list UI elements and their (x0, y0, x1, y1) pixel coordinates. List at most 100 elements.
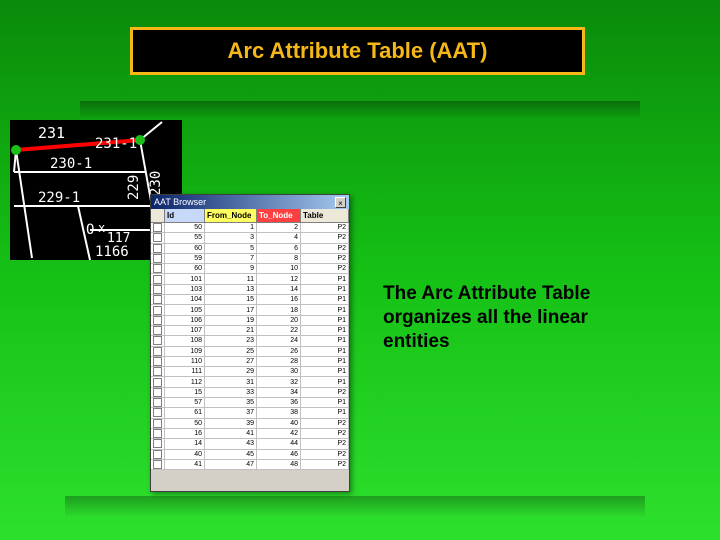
cell-from: 33 (205, 388, 257, 397)
table-row[interactable]: 6056P2 (151, 244, 349, 254)
table-row[interactable]: 404546P2 (151, 450, 349, 460)
row-checkbox[interactable] (151, 254, 165, 263)
table-row[interactable]: 164142P2 (151, 429, 349, 439)
row-checkbox[interactable] (151, 274, 165, 283)
aat-body: 5012P25534P26056P25978P260910P21011112P1… (151, 223, 349, 470)
cell-from: 19 (205, 316, 257, 325)
cell-to: 12 (257, 274, 301, 283)
cell-table: P2 (301, 223, 349, 232)
cell-to: 46 (257, 450, 301, 459)
table-row[interactable]: 1061920P1 (151, 316, 349, 326)
row-checkbox[interactable] (151, 316, 165, 325)
table-row[interactable]: 144344P2 (151, 439, 349, 449)
table-row[interactable]: 1082324P1 (151, 336, 349, 346)
cell-to: 18 (257, 305, 301, 314)
cell-id: 106 (165, 316, 205, 325)
table-row[interactable]: 1092526P1 (151, 347, 349, 357)
cell-id: 55 (165, 233, 205, 242)
cell-from: 21 (205, 326, 257, 335)
cell-to: 26 (257, 347, 301, 356)
table-row[interactable]: 60910P2 (151, 264, 349, 274)
table-row[interactable]: 153334P2 (151, 388, 349, 398)
row-checkbox[interactable] (151, 285, 165, 294)
cell-table: P2 (301, 388, 349, 397)
row-checkbox[interactable] (151, 326, 165, 335)
cell-from: 1 (205, 223, 257, 232)
caption-text: The Arc Attribute Table organizes all th… (383, 282, 633, 353)
row-checkbox[interactable] (151, 223, 165, 232)
table-row[interactable]: 1072122P1 (151, 326, 349, 336)
table-row[interactable]: 613738P1 (151, 408, 349, 418)
row-checkbox[interactable] (151, 439, 165, 448)
cell-to: 2 (257, 223, 301, 232)
row-checkbox[interactable] (151, 408, 165, 417)
row-checkbox[interactable] (151, 460, 165, 469)
col-header-table[interactable]: Table (301, 209, 349, 222)
row-checkbox[interactable] (151, 357, 165, 366)
row-checkbox[interactable] (151, 347, 165, 356)
cell-table: P1 (301, 316, 349, 325)
row-checkbox[interactable] (151, 264, 165, 273)
cell-table: P1 (301, 285, 349, 294)
row-checkbox[interactable] (151, 336, 165, 345)
cell-table: P1 (301, 326, 349, 335)
col-header-id[interactable]: Id (165, 209, 205, 222)
cell-id: 104 (165, 295, 205, 304)
cell-from: 3 (205, 233, 257, 242)
cell-table: P1 (301, 305, 349, 314)
cell-id: 108 (165, 336, 205, 345)
cell-to: 30 (257, 367, 301, 376)
page-title: Arc Attribute Table (AAT) (228, 38, 488, 64)
table-row[interactable]: 5534P2 (151, 233, 349, 243)
table-row[interactable]: 1102728P1 (151, 357, 349, 367)
cell-id: 16 (165, 429, 205, 438)
table-row[interactable]: 503940P2 (151, 419, 349, 429)
cell-to: 40 (257, 419, 301, 428)
table-row[interactable]: 1011112P1 (151, 274, 349, 284)
row-checkbox[interactable] (151, 398, 165, 407)
cell-id: 40 (165, 450, 205, 459)
map-label-231-1: 231-1 (95, 136, 137, 152)
table-row[interactable]: 1041516P1 (151, 295, 349, 305)
cell-table: P2 (301, 460, 349, 469)
row-checkbox[interactable] (151, 233, 165, 242)
cell-from: 15 (205, 295, 257, 304)
row-checkbox[interactable] (151, 377, 165, 386)
row-checkbox[interactable] (151, 429, 165, 438)
row-checkbox[interactable] (151, 450, 165, 459)
cell-id: 59 (165, 254, 205, 263)
row-checkbox[interactable] (151, 244, 165, 253)
cell-id: 60 (165, 264, 205, 273)
map-label-1166: 1166 (95, 244, 129, 260)
col-header-from-node[interactable]: From_Node (205, 209, 257, 222)
row-checkbox[interactable] (151, 388, 165, 397)
table-row[interactable]: 1031314P1 (151, 285, 349, 295)
cell-to: 16 (257, 295, 301, 304)
table-row[interactable]: 414748P2 (151, 460, 349, 470)
cell-from: 9 (205, 264, 257, 273)
table-row[interactable]: 1051718P1 (151, 305, 349, 315)
aat-titlebar[interactable]: AAT Browser × (151, 195, 349, 209)
row-checkbox[interactable] (151, 367, 165, 376)
aat-window-title: AAT Browser (154, 197, 206, 207)
table-row[interactable]: 1123132P1 (151, 377, 349, 387)
cell-id: 101 (165, 274, 205, 283)
row-checkbox[interactable] (151, 305, 165, 314)
col-header-checkbox (151, 209, 165, 222)
cell-from: 13 (205, 285, 257, 294)
table-row[interactable]: 5012P2 (151, 223, 349, 233)
col-header-to-node[interactable]: To_Node (257, 209, 301, 222)
cell-table: P1 (301, 367, 349, 376)
row-checkbox[interactable] (151, 295, 165, 304)
table-row[interactable]: 5978P2 (151, 254, 349, 264)
close-icon[interactable]: × (335, 197, 346, 208)
cell-from: 31 (205, 377, 257, 386)
table-row[interactable]: 573536P1 (151, 398, 349, 408)
cell-id: 105 (165, 305, 205, 314)
row-checkbox[interactable] (151, 419, 165, 428)
aat-window: AAT Browser × Id From_Node To_Node Table… (150, 194, 350, 492)
table-row[interactable]: 1112930P1 (151, 367, 349, 377)
cell-table: P1 (301, 295, 349, 304)
cell-table: P2 (301, 419, 349, 428)
cell-from: 35 (205, 398, 257, 407)
